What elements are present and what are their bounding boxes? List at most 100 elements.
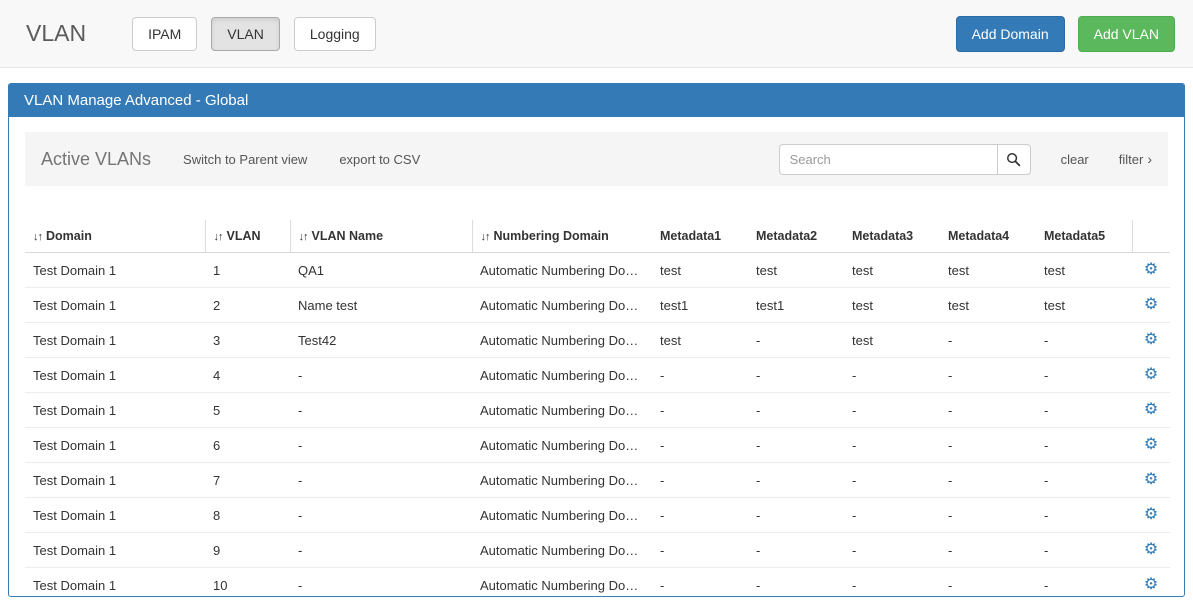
app-title: VLAN — [26, 20, 86, 47]
cell-numbering_domain: Automatic Numbering Doma… — [472, 253, 652, 288]
table-row: Test Domain 15-Automatic Numbering Doma…… — [25, 393, 1170, 428]
search-input[interactable] — [779, 144, 997, 175]
add-vlan-button[interactable]: Add VLAN — [1078, 16, 1175, 52]
row-settings-gear-icon[interactable]: ⚙ — [1144, 366, 1158, 383]
cell-numbering_domain: Automatic Numbering Doma… — [472, 568, 652, 598]
active-vlans-title: Active VLANs — [41, 149, 151, 170]
switch-to-parent-view-link[interactable]: Switch to Parent view — [183, 152, 307, 167]
cell-metadata5: test — [1036, 288, 1132, 323]
cell-vlan: 3 — [205, 323, 290, 358]
cell-domain: Test Domain 1 — [25, 288, 205, 323]
add-domain-button[interactable]: Add Domain — [956, 16, 1065, 52]
table-row: Test Domain 19-Automatic Numbering Doma…… — [25, 533, 1170, 568]
row-settings-gear-icon[interactable]: ⚙ — [1144, 471, 1158, 488]
table-row: Test Domain 16-Automatic Numbering Doma…… — [25, 428, 1170, 463]
sort-arrows-icon: ↓↑ — [299, 231, 308, 243]
row-settings-gear-icon[interactable]: ⚙ — [1144, 401, 1158, 418]
cell-metadata3: test — [844, 323, 940, 358]
column-header-metadata2: Metadata2 — [748, 220, 844, 253]
cell-metadata3: test — [844, 253, 940, 288]
cell-metadata2: - — [748, 463, 844, 498]
cell-numbering_domain: Automatic Numbering Doma… — [472, 393, 652, 428]
cell-numbering_domain: Automatic Numbering Doma… — [472, 358, 652, 393]
cell-metadata2: - — [748, 533, 844, 568]
cell-metadata1: - — [652, 428, 748, 463]
chevron-right-icon: › — [1147, 151, 1152, 167]
cell-metadata1: test — [652, 323, 748, 358]
sort-arrows-icon: ↓↑ — [33, 231, 42, 243]
filter-link-label: filter — [1119, 152, 1144, 167]
cell-metadata3: - — [844, 358, 940, 393]
column-header-metadata5: Metadata5 — [1036, 220, 1132, 253]
table-row: Test Domain 110-Automatic Numbering Doma… — [25, 568, 1170, 598]
cell-metadata5: - — [1036, 323, 1132, 358]
cell-vlan: 10 — [205, 568, 290, 598]
cell-metadata4: - — [940, 428, 1036, 463]
table-row: Test Domain 13Test42Automatic Numbering … — [25, 323, 1170, 358]
cell-metadata4: - — [940, 568, 1036, 598]
cell-numbering_domain: Automatic Numbering Doma… — [472, 428, 652, 463]
row-settings-gear-icon[interactable]: ⚙ — [1144, 296, 1158, 313]
sort-arrows-icon: ↓↑ — [481, 231, 490, 243]
export-to-csv-link[interactable]: export to CSV — [339, 152, 420, 167]
table-body: Test Domain 11QA1Automatic Numbering Dom… — [25, 253, 1170, 598]
cell-domain: Test Domain 1 — [25, 498, 205, 533]
filter-link[interactable]: filter› — [1119, 151, 1152, 167]
cell-metadata4: - — [940, 358, 1036, 393]
menu-icon[interactable] — [452, 156, 456, 162]
cell-actions: ⚙ — [1132, 358, 1170, 393]
cell-vlan: 9 — [205, 533, 290, 568]
cell-vlan_name: - — [290, 568, 472, 598]
row-settings-gear-icon[interactable]: ⚙ — [1144, 331, 1158, 348]
cell-vlan: 1 — [205, 253, 290, 288]
column-header-vlan_name[interactable]: ↓↑VLAN Name — [290, 220, 472, 253]
cell-metadata5: - — [1036, 428, 1132, 463]
nav-button-ipam[interactable]: IPAM — [132, 17, 197, 51]
nav-button-logging[interactable]: Logging — [294, 17, 376, 51]
cell-vlan_name: - — [290, 533, 472, 568]
column-header-numbering_domain[interactable]: ↓↑Numbering Domain — [472, 220, 652, 253]
row-settings-gear-icon[interactable]: ⚙ — [1144, 506, 1158, 523]
cell-metadata5: - — [1036, 463, 1132, 498]
cell-metadata1: - — [652, 568, 748, 598]
row-settings-gear-icon[interactable]: ⚙ — [1144, 436, 1158, 453]
cell-domain: Test Domain 1 — [25, 568, 205, 598]
cell-metadata1: - — [652, 463, 748, 498]
table-row: Test Domain 12Name testAutomatic Numberi… — [25, 288, 1170, 323]
cell-numbering_domain: Automatic Numbering Doma… — [472, 533, 652, 568]
cell-metadata4: - — [940, 463, 1036, 498]
cell-actions: ⚙ — [1132, 428, 1170, 463]
cell-metadata2: - — [748, 323, 844, 358]
cell-numbering_domain: Automatic Numbering Doma… — [472, 288, 652, 323]
table-row: Test Domain 17-Automatic Numbering Doma…… — [25, 463, 1170, 498]
top-navbar: VLAN IPAM VLAN Logging Add Domain Add VL… — [0, 0, 1193, 68]
search-group — [779, 144, 1031, 175]
cell-metadata1: - — [652, 533, 748, 568]
cell-vlan: 2 — [205, 288, 290, 323]
cell-metadata5: - — [1036, 498, 1132, 533]
clear-link[interactable]: clear — [1061, 152, 1089, 167]
column-header-domain[interactable]: ↓↑Domain — [25, 220, 205, 253]
column-header-metadata4: Metadata4 — [940, 220, 1036, 253]
column-header-actions — [1132, 220, 1170, 253]
row-settings-gear-icon[interactable]: ⚙ — [1144, 541, 1158, 558]
nav-button-vlan[interactable]: VLAN — [211, 17, 280, 51]
cell-domain: Test Domain 1 — [25, 358, 205, 393]
column-header-vlan[interactable]: ↓↑VLAN — [205, 220, 290, 253]
cell-metadata4: test — [940, 253, 1036, 288]
row-settings-gear-icon[interactable]: ⚙ — [1144, 261, 1158, 278]
search-button[interactable] — [997, 144, 1031, 175]
table-row: Test Domain 18-Automatic Numbering Doma…… — [25, 498, 1170, 533]
sort-arrows-icon: ↓↑ — [214, 231, 223, 243]
cell-vlan: 8 — [205, 498, 290, 533]
cell-vlan_name: - — [290, 428, 472, 463]
cell-metadata2: - — [748, 498, 844, 533]
column-header-metadata1: Metadata1 — [652, 220, 748, 253]
cell-vlan_name: Name test — [290, 288, 472, 323]
cell-domain: Test Domain 1 — [25, 253, 205, 288]
cell-metadata1: - — [652, 393, 748, 428]
cell-metadata2: test — [748, 253, 844, 288]
magnifier-icon — [1006, 152, 1021, 167]
row-settings-gear-icon[interactable]: ⚙ — [1144, 576, 1158, 593]
cell-metadata2: - — [748, 428, 844, 463]
